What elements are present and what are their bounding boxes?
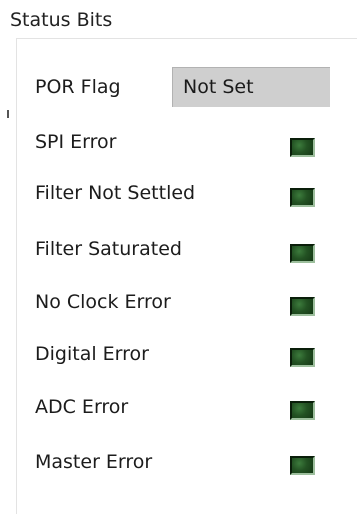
divider-tick <box>7 110 9 118</box>
por-flag-indicator: Not Set <box>172 67 330 107</box>
filter-saturated-label: Filter Saturated <box>35 238 182 260</box>
adc-error-led <box>290 401 315 420</box>
group-box-border <box>16 38 357 514</box>
no-clock-error-led <box>290 297 315 316</box>
digital-error-label: Digital Error <box>35 343 149 365</box>
no-clock-error-label: No Clock Error <box>35 291 171 313</box>
spi-error-label: SPI Error <box>35 131 117 153</box>
master-error-label: Master Error <box>35 451 153 473</box>
master-error-led <box>290 456 315 475</box>
digital-error-led <box>290 348 315 367</box>
spi-error-led <box>290 138 315 157</box>
group-title: Status Bits <box>10 9 113 31</box>
adc-error-label: ADC Error <box>35 396 129 418</box>
filter-not-settled-led <box>290 188 315 207</box>
por-flag-label: POR Flag <box>35 76 121 98</box>
filter-not-settled-label: Filter Not Settled <box>35 182 196 204</box>
filter-saturated-led <box>290 244 315 263</box>
por-flag-value: Not Set <box>183 76 254 98</box>
